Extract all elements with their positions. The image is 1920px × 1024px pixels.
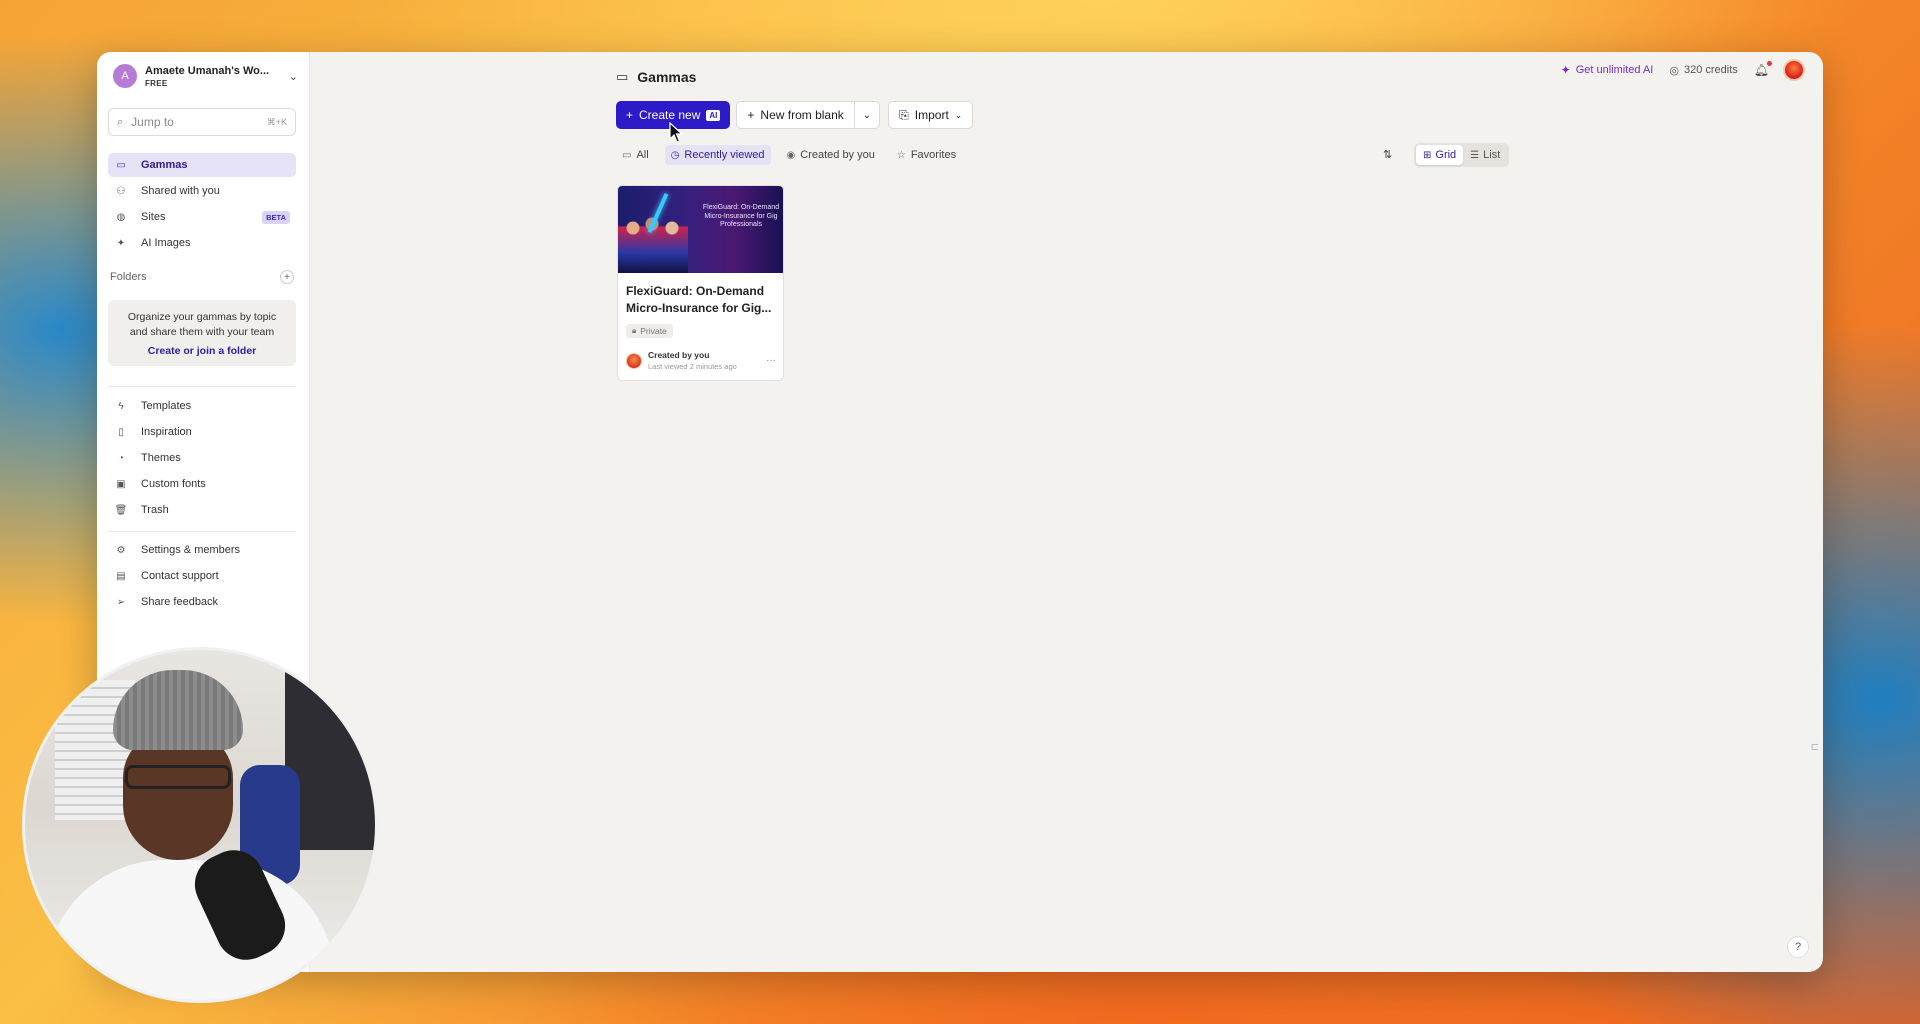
chevron-down-icon: ⌄ <box>862 109 872 121</box>
chat-icon: ▤ <box>116 570 126 582</box>
top-right-actions: ✦ Get unlimited AI ◎ 320 credits 🔔︎ <box>1561 59 1805 81</box>
filter-all[interactable]: ▭ All <box>616 145 655 165</box>
card-title: FlexiGuard: On-Demand Micro-Insurance fo… <box>626 284 772 315</box>
create-folder-link[interactable]: Create or join a folder <box>108 345 296 357</box>
sparkle-icon: ✦ <box>116 237 126 249</box>
palette-icon: ◔ <box>117 452 125 464</box>
cursor-icon <box>669 122 683 143</box>
sidebar-item-inspiration[interactable]: ▯ Inspiration <box>108 420 296 444</box>
search-icon: ⌕ <box>117 115 124 128</box>
import-button[interactable]: ⎘ Import ⌄ <box>888 101 974 129</box>
creator-avatar <box>626 352 642 369</box>
user-circle-icon: ◉ <box>786 149 796 161</box>
filter-favorites[interactable]: ☆ Favorites <box>891 145 962 165</box>
secondary-nav: ϟ Templates ▯ Inspiration ◔ Themes ▣ Cus… <box>108 394 296 524</box>
folders-empty-state: Organize your gammas by topic and share … <box>108 300 296 366</box>
send-icon: ➢ <box>116 596 126 608</box>
settings-icon: ⚙ <box>116 544 126 556</box>
card-last-viewed: Last viewed 2 minutes ago <box>648 362 737 371</box>
workspace-switcher[interactable]: A Amaete Umanah's Wo... FREE ⌄ <box>113 64 298 88</box>
bell-icon[interactable]: 🔔︎ <box>1754 61 1773 77</box>
sidebar-item-settings[interactable]: ⚙ Settings & members <box>108 538 296 562</box>
user-avatar[interactable] <box>1783 59 1805 81</box>
sidebar-item-sites[interactable]: ◍ Sites BETA <box>108 205 296 229</box>
new-options-dropdown[interactable]: ⌄ <box>854 101 881 129</box>
sidebar-item-gammas[interactable]: ▭ Gammas <box>108 153 296 177</box>
import-icon: ⎘ <box>899 107 909 122</box>
filter-created-by-you[interactable]: ◉ Created by you <box>781 145 881 165</box>
page-title: ▭ Gammas <box>616 69 697 85</box>
beta-badge: BETA <box>262 210 290 224</box>
book-icon: ▯ <box>118 426 124 438</box>
lock-icon: 🔒︎ <box>632 326 637 335</box>
sort-icon[interactable]: ⇅ <box>1383 148 1392 161</box>
search-placeholder: Jump to <box>131 115 174 129</box>
gammas-icon: ▭ <box>116 159 126 171</box>
plus-icon: + <box>747 108 755 122</box>
sparkle-icon: ✦ <box>1560 63 1571 77</box>
font-icon: ▣ <box>116 478 126 490</box>
filter-recently-viewed[interactable]: ◷ Recently viewed <box>664 145 771 165</box>
gammas-icon: ▭ <box>616 69 629 84</box>
globe-icon: ◍ <box>116 211 126 223</box>
clock-icon: ◷ <box>670 149 680 161</box>
divider <box>108 531 296 532</box>
thumbnail-title: FlexiGuard: On-Demand Micro-Insurance fo… <box>702 204 780 228</box>
view-toggle: ⊞ Grid ☰ List <box>1414 143 1510 167</box>
search-shortcut: ⌘+K <box>266 116 287 127</box>
new-from-blank-button[interactable]: + New from blank <box>736 101 855 129</box>
panel-toggle-icon[interactable]: ⊏ <box>1811 742 1819 753</box>
bolt-icon: ϟ <box>118 400 124 412</box>
jump-to-search[interactable]: ⌕ Jump to ⌘+K <box>108 108 296 136</box>
sidebar-item-custom-fonts[interactable]: ▣ Custom fonts <box>108 472 296 496</box>
card-creator: Created by you <box>648 350 710 360</box>
tertiary-nav: ⚙ Settings & members ▤ Contact support ➢… <box>108 538 296 616</box>
workspace-name: Amaete Umanah's Wo... <box>145 64 270 77</box>
grid-view-button[interactable]: ⊞ Grid <box>1416 145 1464 165</box>
gamma-card[interactable]: FlexiGuard: On-Demand Micro-Insurance fo… <box>617 185 784 381</box>
sidebar-item-templates[interactable]: ϟ Templates <box>108 394 296 418</box>
all-icon: ▭ <box>622 149 632 161</box>
sidebar-item-themes[interactable]: ◔ Themes <box>108 446 296 470</box>
card-thumbnail: FlexiGuard: On-Demand Micro-Insurance fo… <box>618 186 783 273</box>
credits-indicator[interactable]: ◎ 320 credits <box>1669 64 1737 77</box>
card-footer: Created by you Last viewed 2 minutes ago… <box>626 350 776 371</box>
sidebar-item-share-feedback[interactable]: ➢ Share feedback <box>108 590 296 614</box>
chevron-down-icon: ⌄ <box>954 109 963 120</box>
plus-icon: + <box>626 108 634 122</box>
workspace-plan: FREE <box>145 78 168 88</box>
coins-icon: ◎ <box>1669 64 1679 77</box>
star-icon: ☆ <box>896 149 906 161</box>
sidebar-item-ai-images[interactable]: ✦ AI Images <box>108 231 296 255</box>
new-from-blank-split: + New from blank ⌄ <box>736 101 881 129</box>
add-folder-icon[interactable]: + <box>280 270 294 284</box>
filter-tabs: ▭ All ◷ Recently viewed ◉ Created by you… <box>616 145 972 165</box>
webcam-overlay <box>22 647 378 1003</box>
ai-badge: AI <box>706 109 721 121</box>
more-options-icon[interactable]: ··· <box>766 355 776 366</box>
primary-nav: ▭ Gammas ⚇ Shared with you ◍ Sites BETA … <box>108 153 296 257</box>
get-unlimited-ai-link[interactable]: ✦ Get unlimited AI <box>1561 63 1654 77</box>
folders-header: Folders + <box>110 270 294 284</box>
sidebar-item-trash[interactable]: 🗑︎ Trash <box>108 498 296 522</box>
divider <box>108 386 296 387</box>
trash-icon: 🗑︎ <box>114 504 128 516</box>
chevron-down-icon[interactable]: ⌄ <box>289 70 298 83</box>
users-icon: ⚇ <box>116 185 126 197</box>
visibility-badge: 🔒︎ Private <box>626 324 673 338</box>
sidebar-item-shared[interactable]: ⚇ Shared with you <box>108 179 296 203</box>
list-view-button[interactable]: ☰ List <box>1463 145 1507 165</box>
sidebar-item-contact-support[interactable]: ▤ Contact support <box>108 564 296 588</box>
list-icon: ☰ <box>1470 149 1480 161</box>
grid-icon: ⊞ <box>1423 149 1432 161</box>
help-button[interactable]: ? <box>1787 936 1809 958</box>
workspace-avatar: A <box>113 64 137 88</box>
